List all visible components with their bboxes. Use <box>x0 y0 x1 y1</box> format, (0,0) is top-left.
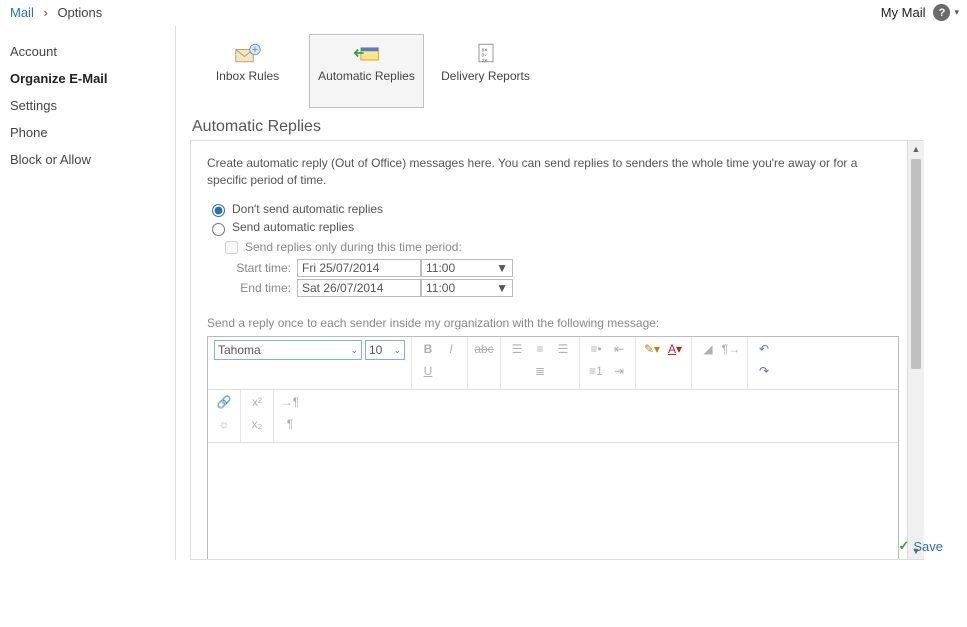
checkbox-time-period[interactable]: Send replies only during this time perio… <box>221 238 891 257</box>
settings-panel: Create automatic reply (Out of Office) m… <box>190 140 908 560</box>
font-color-button[interactable]: A▾ <box>665 340 685 358</box>
number-list-button[interactable]: ≡1 <box>586 362 606 380</box>
dropdown-icon: ▼ <box>496 280 508 297</box>
font-name-value: Tahoma <box>218 342 261 359</box>
ribbon-delivery-reports[interactable]: 8✕ 0✓ 2✕ Delivery Reports <box>428 34 543 108</box>
ribbon-automatic-replies[interactable]: Automatic Replies <box>309 34 424 108</box>
end-time-value: 11:00 <box>426 280 455 297</box>
bold-button[interactable]: B <box>418 340 438 358</box>
inbox-rules-icon <box>234 41 262 65</box>
underline-button[interactable]: U <box>418 362 438 380</box>
clear-format-button[interactable]: ◢ <box>698 340 718 358</box>
radio-send[interactable]: Send automatic replies <box>207 219 891 236</box>
save-label: Save <box>913 539 943 554</box>
undo-button[interactable]: ↶ <box>754 340 774 358</box>
breadcrumb: Mail › Options <box>10 5 102 20</box>
end-time-label: End time: <box>221 280 291 297</box>
font-size-select[interactable]: 10 ⌄ <box>365 340 405 360</box>
align-center-button[interactable]: ≡ <box>530 340 550 358</box>
automatic-replies-icon <box>353 41 381 65</box>
intro-text: Create automatic reply (Out of Office) m… <box>207 155 891 189</box>
section-title: Automatic Replies <box>192 118 967 136</box>
save-button[interactable]: ✓ Save <box>898 538 943 554</box>
dropdown-icon: ▼ <box>496 260 508 277</box>
dropdown-icon: ⌄ <box>393 344 401 357</box>
sidebar-item-phone[interactable]: Phone <box>0 119 175 146</box>
start-time-value: 11:00 <box>426 260 455 277</box>
font-name-select[interactable]: Tahoma ⌄ <box>214 340 362 360</box>
font-size-value: 10 <box>369 342 382 359</box>
ribbon-label: Delivery Reports <box>441 69 530 83</box>
ribbon-label: Inbox Rules <box>216 69 279 83</box>
checkbox-time-period-label: Send replies only during this time perio… <box>245 239 462 256</box>
start-date-field[interactable]: Fri 25/07/2014 <box>297 259 421 277</box>
content: Inbox Rules Automatic Replies 8✕ 0✓ 2✕ D… <box>176 26 967 560</box>
breadcrumb-root[interactable]: Mail <box>10 5 34 20</box>
italic-button[interactable]: I <box>441 340 461 358</box>
chevron-right-icon: › <box>43 5 47 20</box>
sidebar-item-organize-email[interactable]: Organize E-Mail <box>0 65 175 92</box>
sidebar-item-account[interactable]: Account <box>0 38 175 65</box>
radio-dont-send-label: Don't send automatic replies <box>232 201 383 218</box>
bullet-list-button[interactable]: ≡• <box>586 340 606 358</box>
highlight-color-button[interactable]: ✎▾ <box>642 340 662 358</box>
insert-link-button[interactable]: 🔗 <box>214 393 234 411</box>
start-time-field[interactable]: 11:00 ▼ <box>421 259 513 277</box>
delivery-reports-icon: 8✕ 0✓ 2✕ <box>472 41 500 65</box>
svg-text:2✕: 2✕ <box>481 58 487 63</box>
sidebar-item-settings[interactable]: Settings <box>0 92 175 119</box>
check-icon: ✓ <box>898 538 909 554</box>
reply-editor-label: Send a reply once to each sender inside … <box>207 315 891 332</box>
ribbon-label: Automatic Replies <box>318 69 415 83</box>
indent-button[interactable]: ⇥ <box>609 362 629 380</box>
radio-dont-send-input[interactable] <box>212 204 225 217</box>
ribbon: Inbox Rules Automatic Replies 8✕ 0✓ 2✕ D… <box>190 34 967 108</box>
outdent-button[interactable]: ⇤ <box>609 340 629 358</box>
breadcrumb-current: Options <box>57 5 102 20</box>
insert-image-button[interactable]: ☼ <box>214 415 234 433</box>
radio-send-input[interactable] <box>212 223 225 236</box>
end-time-field[interactable]: 11:00 ▼ <box>421 279 513 297</box>
checkbox-time-period-input[interactable] <box>225 241 238 254</box>
ribbon-inbox-rules[interactable]: Inbox Rules <box>190 34 305 108</box>
superscript-button[interactable]: x² <box>247 393 267 411</box>
help-icon[interactable]: ? <box>933 4 950 21</box>
rtl-button[interactable]: →¶ <box>280 393 300 411</box>
ltr-button[interactable]: ¶→ <box>721 340 741 358</box>
scroll-track[interactable] <box>908 371 924 543</box>
strikethrough-button[interactable]: abc <box>474 340 494 358</box>
sidebar: Account Organize E-Mail Settings Phone B… <box>0 26 176 560</box>
paragraph-button[interactable]: ¶ <box>280 415 300 433</box>
redo-button[interactable]: ↷ <box>754 362 774 380</box>
subscript-button[interactable]: x₂ <box>247 415 267 433</box>
align-justify-button[interactable]: ≣ <box>530 362 550 380</box>
top-bar: Mail › Options My Mail ? ▾ <box>0 0 967 26</box>
scroll-up-icon[interactable]: ▲ <box>908 141 924 157</box>
scroll-thumb[interactable] <box>911 159 921 369</box>
radio-send-label: Send automatic replies <box>232 219 354 236</box>
editor-toolbar: Tahoma ⌄ 10 ⌄ B <box>208 337 898 390</box>
align-right-button[interactable]: ☰ <box>553 340 573 358</box>
editor-textarea[interactable] <box>208 443 898 560</box>
rich-text-editor: Tahoma ⌄ 10 ⌄ B <box>207 336 899 560</box>
my-mail-link[interactable]: My Mail <box>881 5 926 20</box>
vertical-scrollbar[interactable]: ▲ ▼ <box>908 140 924 560</box>
help-dropdown-icon[interactable]: ▾ <box>954 7 959 18</box>
svg-text:8✕: 8✕ <box>481 47 487 52</box>
align-left-button[interactable]: ☰ <box>507 340 527 358</box>
dropdown-icon: ⌄ <box>350 344 358 357</box>
end-date-field[interactable]: Sat 26/07/2014 <box>297 279 421 297</box>
editor-toolbar-2: 🔗 ☼ x² x₂ →¶ ¶ <box>208 390 898 443</box>
radio-dont-send[interactable]: Don't send automatic replies <box>207 201 891 218</box>
top-right: My Mail ? ▾ <box>881 4 959 21</box>
start-time-label: Start time: <box>221 260 291 277</box>
svg-text:0✓: 0✓ <box>481 53 487 58</box>
sidebar-item-block-or-allow[interactable]: Block or Allow <box>0 146 175 173</box>
